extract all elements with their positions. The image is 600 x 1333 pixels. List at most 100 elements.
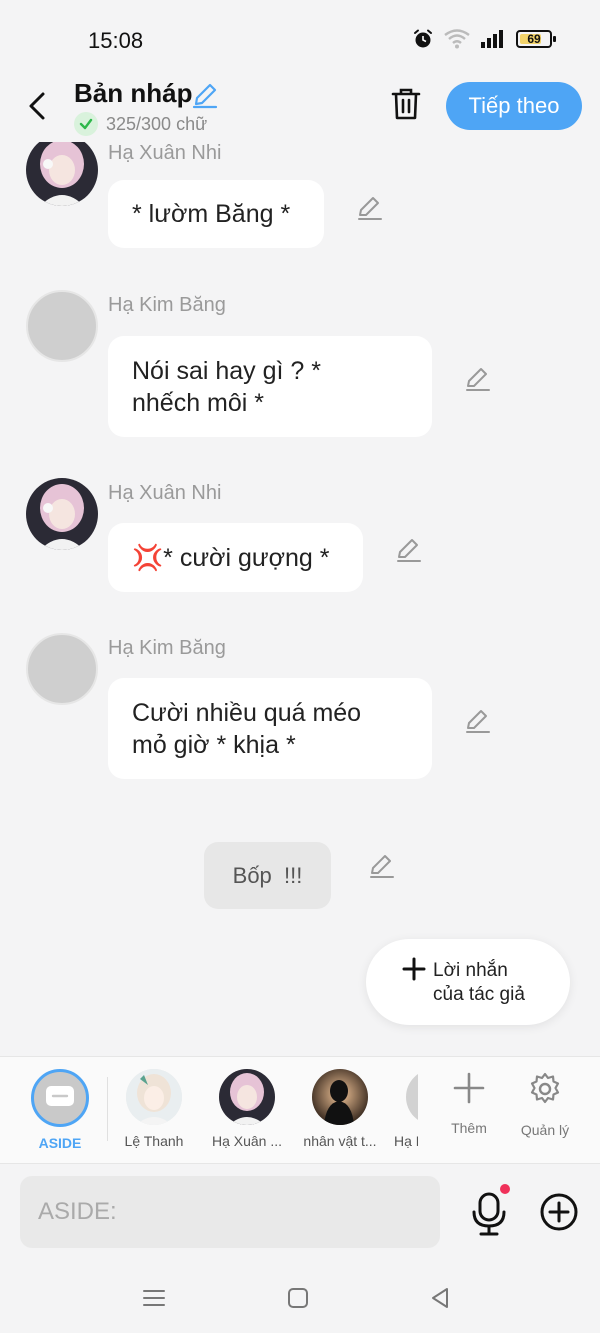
character-portrait-icon — [26, 142, 98, 206]
author-note-line: Lời nhắn — [433, 960, 508, 981]
manage-button[interactable]: Quản lý — [510, 1071, 580, 1138]
signal-icon — [481, 30, 503, 48]
microphone-icon — [472, 1192, 506, 1236]
triangle-back-icon — [432, 1288, 448, 1308]
character-nhan-vat[interactable]: nhân vật t... — [298, 1069, 382, 1149]
plus-icon — [453, 1072, 485, 1104]
voice-button[interactable] — [466, 1188, 512, 1238]
message-text: Cười nhiều quá méo — [132, 698, 362, 727]
avatar — [312, 1069, 368, 1125]
nav-back-button[interactable] — [426, 1284, 454, 1312]
status-time: 15:08 — [88, 28, 144, 53]
anger-emoji-icon: 💢 — [132, 542, 164, 572]
character-label: nhân vật t... — [303, 1133, 377, 1149]
more-button[interactable] — [538, 1191, 580, 1233]
message-bubble[interactable]: * lườm Băng * — [108, 180, 324, 248]
battery-icon: 69 — [516, 30, 556, 48]
character-selector: ASIDE Lệ Thanh Hạ Xuân ... nhân vật t...… — [0, 1056, 600, 1164]
manage-label: Quản lý — [520, 1122, 570, 1138]
message-text: Nói sai hay gì ? * — [132, 356, 321, 385]
silhouette-icon — [312, 1069, 368, 1125]
author-note-line: của tác giả — [433, 984, 525, 1005]
avatar — [126, 1069, 182, 1125]
message-bubble[interactable]: Nói sai hay gì ? * nhếch môi * — [108, 336, 432, 437]
word-count-row: 325/300 chữ — [74, 112, 207, 136]
back-button[interactable] — [18, 86, 58, 126]
chevron-left-icon — [29, 92, 45, 120]
edit-message-button[interactable] — [355, 192, 385, 222]
sender-name: Hạ Xuân Nhi — [108, 142, 222, 164]
menu-icon — [143, 1290, 165, 1306]
message-text: nhếch môi * — [132, 388, 265, 417]
character-le-thanh[interactable]: Lệ Thanh — [112, 1069, 196, 1149]
author-note-label: Lời nhắn của tác giả — [433, 959, 553, 1007]
character-label: Hạ K — [394, 1133, 418, 1149]
add-label: Thêm — [451, 1120, 487, 1136]
page-title: Bản nháp — [74, 78, 193, 108]
sender-name: Hạ Kim Băng — [108, 294, 226, 316]
edit-message-button[interactable] — [394, 534, 424, 564]
character-ha-xuan-nhi[interactable]: Hạ Xuân ... — [205, 1069, 289, 1149]
word-count: 325/300 chữ — [106, 113, 208, 134]
alarm-icon — [414, 29, 432, 48]
edit-narration-button[interactable] — [367, 850, 397, 880]
sender-name: Hạ Kim Băng — [108, 637, 226, 659]
sender-name: Hạ Xuân Nhi — [108, 482, 222, 504]
narration-bubble[interactable]: Bốp !!! — [204, 842, 331, 909]
message-bubble[interactable]: Cười nhiều quá méo mỏ giờ * khịa * — [108, 678, 432, 779]
notification-dot — [500, 1184, 510, 1194]
plus-icon — [402, 957, 426, 981]
character-label: Lệ Thanh — [124, 1133, 184, 1149]
divider — [107, 1077, 108, 1141]
chat-area[interactable]: Hạ Xuân Nhi * lườm Băng * Hạ Kim Băng Nó… — [0, 142, 600, 1054]
pencil-icon — [192, 83, 218, 109]
author-note-button[interactable]: Lời nhắn của tác giả — [366, 939, 570, 1025]
pencil-icon — [370, 855, 394, 878]
avatar[interactable] — [26, 142, 98, 206]
pencil-icon — [358, 197, 382, 220]
edit-title-button[interactable] — [190, 80, 220, 110]
gear-icon — [530, 1072, 560, 1104]
wifi-icon — [444, 29, 470, 49]
message-input[interactable] — [20, 1176, 440, 1248]
square-icon — [288, 1288, 308, 1308]
edit-message-button[interactable] — [463, 363, 493, 393]
avatar — [219, 1069, 275, 1125]
recent-apps-button[interactable] — [140, 1284, 168, 1312]
message-text: * cười gượng * — [163, 543, 330, 572]
character-portrait-icon — [126, 1069, 182, 1125]
pencil-icon — [466, 710, 490, 733]
avatar[interactable] — [26, 290, 98, 362]
pencil-icon — [397, 539, 421, 562]
delete-button[interactable] — [386, 84, 426, 124]
avatar[interactable] — [26, 478, 98, 550]
character-ha-kim-bang[interactable]: Hạ K — [390, 1069, 418, 1149]
message-bubble[interactable]: 💢 * cười gượng * — [108, 523, 363, 592]
trash-icon — [391, 88, 421, 120]
character-portrait-icon — [219, 1069, 275, 1125]
add-character-button[interactable]: Thêm — [434, 1071, 504, 1136]
status-bar: 15:08 69 — [0, 0, 600, 80]
check-icon — [74, 112, 98, 136]
home-button[interactable] — [284, 1284, 312, 1312]
message-text: * lườm Băng * — [132, 200, 291, 228]
narration-text: Bốp !!! — [232, 862, 303, 888]
message-text: mỏ giờ * khịa * — [132, 730, 296, 759]
character-portrait-icon — [26, 478, 98, 550]
input-area — [0, 1164, 600, 1264]
character-label: Hạ Xuân ... — [211, 1133, 283, 1149]
pencil-icon — [466, 368, 490, 391]
status-icons: 69 — [412, 28, 556, 50]
aside-avatar — [31, 1069, 89, 1127]
character-aside[interactable]: ASIDE — [18, 1069, 102, 1151]
header: Bản nháp 325/300 chữ Tiếp theo — [0, 72, 600, 142]
avatar[interactable] — [26, 633, 98, 705]
system-nav-bar — [0, 1264, 600, 1333]
avatar — [406, 1069, 418, 1125]
edit-message-button[interactable] — [463, 705, 493, 735]
chat-bubble-icon — [46, 1086, 74, 1106]
character-label: ASIDE — [38, 1135, 82, 1151]
next-button[interactable]: Tiếp theo — [446, 82, 582, 130]
battery-level: 69 — [527, 32, 541, 46]
plus-circle-icon — [540, 1193, 578, 1231]
